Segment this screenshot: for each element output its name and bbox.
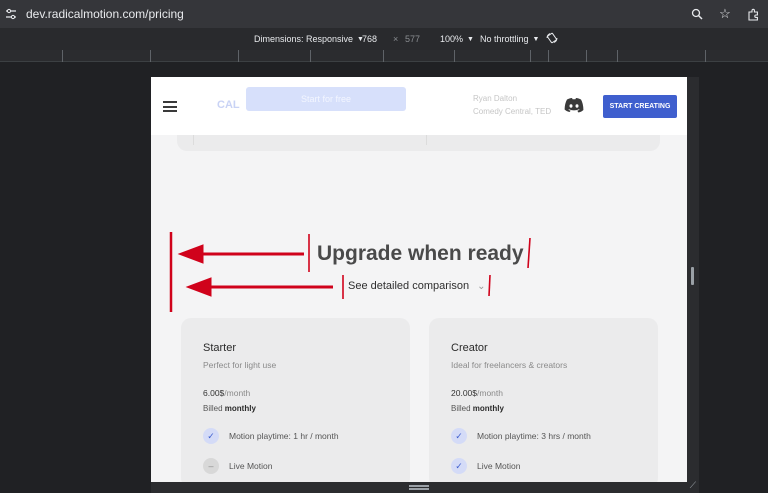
viewport-resize-handle-right[interactable] bbox=[687, 77, 699, 482]
zoom-value: 100% bbox=[440, 34, 464, 44]
price-unit: /month bbox=[477, 388, 503, 398]
price-amount: 6.00$ bbox=[203, 388, 225, 398]
ghost-role: Comedy Central, TED bbox=[473, 107, 552, 116]
plan-name: Creator bbox=[451, 342, 488, 354]
price-unit: /month bbox=[224, 388, 251, 398]
check-icon: ✓ bbox=[203, 428, 219, 444]
caret-down-icon: ▼ bbox=[467, 35, 474, 43]
feature-item: – Live Motion bbox=[203, 458, 272, 474]
caret-down-icon: ▼ bbox=[532, 35, 540, 43]
throttling-select[interactable]: No throttling ▼ bbox=[480, 34, 539, 44]
url-text[interactable]: dev.radicalmotion.com/pricing bbox=[26, 7, 184, 21]
feature-item: ✓ Motion playtime: 3 hrs / month bbox=[451, 428, 591, 444]
discord-icon[interactable] bbox=[564, 97, 584, 113]
extensions-icon[interactable] bbox=[746, 7, 760, 21]
billed-prefix: Billed bbox=[203, 404, 225, 413]
plan-price: 6.00$/month bbox=[203, 388, 250, 398]
zoom-icon[interactable] bbox=[690, 7, 704, 21]
site-navbar: CAL Start for free Ryan Dalton Comedy Ce… bbox=[151, 77, 687, 135]
hamburger-menu-icon[interactable] bbox=[163, 101, 177, 112]
height-input[interactable]: 577 bbox=[405, 34, 420, 44]
times-sign: × bbox=[393, 34, 398, 44]
section-heading: Upgrade when ready bbox=[317, 242, 524, 265]
feature-label: Live Motion bbox=[477, 461, 521, 471]
ghost-logo-text: CAL bbox=[217, 99, 240, 111]
start-creating-button[interactable]: START CREATING bbox=[603, 95, 677, 118]
check-icon: ✓ bbox=[451, 458, 467, 474]
plan-description: Ideal for freelancers & creators bbox=[451, 360, 568, 370]
star-icon[interactable]: ☆ bbox=[718, 6, 732, 21]
dash-icon: – bbox=[203, 458, 219, 474]
media-query-ruler bbox=[0, 50, 768, 62]
feature-label: Live Motion bbox=[229, 461, 273, 471]
billed-value: monthly bbox=[472, 404, 504, 413]
chevron-down-icon: ⌄ bbox=[477, 280, 486, 292]
times-text: × bbox=[393, 34, 399, 44]
feature-label: Motion playtime: 1 hr / month bbox=[229, 431, 339, 441]
ghost-testimonial: Ryan Dalton Comedy Central, TED bbox=[473, 92, 551, 118]
height-value[interactable]: 577 bbox=[405, 34, 420, 44]
billing-period: Billed monthly bbox=[451, 404, 504, 413]
card-divider bbox=[193, 135, 194, 145]
width-input[interactable]: 768 bbox=[362, 34, 377, 44]
feature-item: ✓ Motion playtime: 1 hr / month bbox=[203, 428, 339, 444]
viewport-resize-handle-bottom[interactable] bbox=[151, 482, 699, 493]
ghost-start-button: Start for free bbox=[246, 87, 406, 111]
throttling-value: No throttling bbox=[480, 34, 529, 44]
comparison-link-label[interactable]: See detailed comparison bbox=[348, 280, 469, 292]
device-toolbar: Dimensions: Responsive ▼ 768 × 577 100% … bbox=[0, 28, 768, 50]
check-icon: ✓ bbox=[451, 428, 467, 444]
price-amount: 20.00$ bbox=[451, 388, 477, 398]
resize-corner-icon[interactable]: ⟋ bbox=[690, 480, 696, 491]
dimensions-select[interactable]: Dimensions: Responsive ▼ bbox=[254, 34, 364, 44]
zoom-select[interactable]: 100% ▼ bbox=[440, 34, 474, 44]
address-bar[interactable]: dev.radicalmotion.com/pricing bbox=[4, 0, 736, 28]
ghost-name: Ryan Dalton bbox=[473, 94, 518, 103]
emulated-page: CAL Start for free Ryan Dalton Comedy Ce… bbox=[151, 77, 687, 482]
feature-label: Motion playtime: 3 hrs / month bbox=[477, 431, 591, 441]
plan-card-creator: Creator Ideal for freelancers & creators… bbox=[429, 318, 658, 482]
billed-prefix: Billed bbox=[451, 404, 473, 413]
billed-value: monthly bbox=[224, 404, 256, 413]
feature-item: ✓ Live Motion bbox=[451, 458, 520, 474]
plan-description: Perfect for light use bbox=[203, 360, 277, 370]
dimensions-label: Dimensions: Responsive bbox=[254, 34, 354, 44]
previous-section-card bbox=[177, 135, 660, 151]
detailed-comparison-link[interactable]: See detailed comparison ⌄ bbox=[348, 280, 485, 292]
plan-name: Starter bbox=[203, 342, 237, 354]
browser-toolbar: dev.radicalmotion.com/pricing ☆ bbox=[0, 0, 768, 28]
plan-price: 20.00$/month bbox=[451, 388, 503, 398]
width-value[interactable]: 768 bbox=[362, 34, 377, 44]
rotate-icon[interactable] bbox=[546, 32, 558, 44]
billing-period: Billed monthly bbox=[203, 404, 256, 413]
plan-card-starter: Starter Perfect for light use 6.00$/mont… bbox=[181, 318, 410, 482]
tune-icon[interactable] bbox=[4, 7, 18, 21]
card-divider bbox=[426, 135, 427, 145]
